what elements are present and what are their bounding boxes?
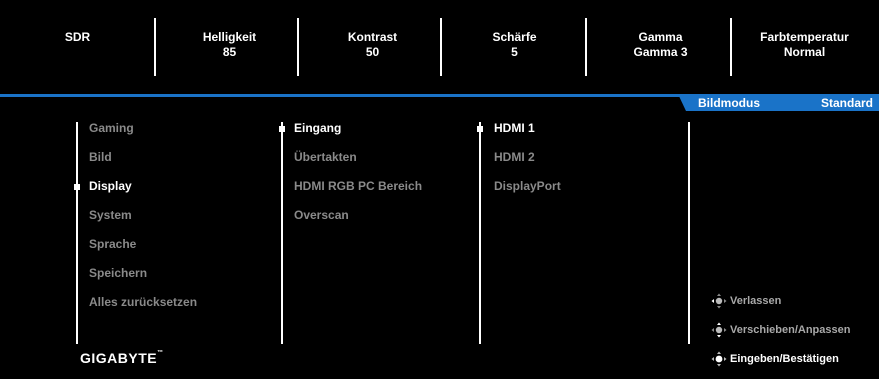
status-sharpness-value: 5 xyxy=(511,45,518,59)
status-gamma: Gamma Gamma 3 xyxy=(588,30,733,60)
status-brightness: Helligkeit 85 xyxy=(157,30,302,60)
sub-menu-item-overclock[interactable]: Übertakten xyxy=(294,150,357,164)
status-gamma-title: Gamma xyxy=(638,30,683,44)
control-enter-label: Eingeben/Bestätigen xyxy=(730,352,839,365)
status-sharpness: Schärfe 5 xyxy=(442,30,587,60)
logo-text: GIGABYTE xyxy=(80,350,158,366)
sub-menu-line xyxy=(281,122,283,344)
logo-trademark: ™ xyxy=(157,350,164,356)
gigabyte-logo: GIGABYTE™ xyxy=(80,350,164,366)
main-menu-line xyxy=(76,122,78,344)
status-sharpness-title: Schärfe xyxy=(492,30,537,44)
picture-mode-tab: Bildmodus Standard xyxy=(678,94,879,111)
control-move-label: Verschieben/Anpassen xyxy=(730,323,851,336)
status-brightness-value: 85 xyxy=(222,45,237,59)
status-sdr-title: SDR xyxy=(64,30,91,44)
osd-screen: SDR Helligkeit 85 Kontrast 50 Schärfe 5 … xyxy=(0,0,879,379)
main-menu-item-language[interactable]: Sprache xyxy=(89,237,136,251)
status-bar: SDR Helligkeit 85 Kontrast 50 Schärfe 5 … xyxy=(0,0,879,90)
sub-menu-item-input[interactable]: Eingang xyxy=(294,121,341,135)
picture-mode-label: Bildmodus xyxy=(698,96,760,110)
joystick-move-icon xyxy=(711,322,727,338)
main-menu-item-picture[interactable]: Bild xyxy=(89,150,112,164)
main-menu-item-save[interactable]: Speichern xyxy=(89,266,147,280)
control-exit: Verlassen xyxy=(711,293,781,309)
status-color-temp: Farbtemperatur Normal xyxy=(732,30,877,60)
status-sdr: SDR xyxy=(5,30,150,45)
status-contrast: Kontrast 50 xyxy=(300,30,445,60)
control-move: Verschieben/Anpassen xyxy=(711,322,850,338)
joystick-left-icon xyxy=(711,293,727,309)
option-item-displayport[interactable]: DisplayPort xyxy=(494,179,561,193)
status-contrast-value: 50 xyxy=(365,45,380,59)
status-brightness-title: Helligkeit xyxy=(202,30,257,44)
status-contrast-title: Kontrast xyxy=(347,30,398,44)
status-separator xyxy=(154,18,156,76)
status-separator xyxy=(585,18,587,76)
main-menu-item-display[interactable]: Display xyxy=(89,179,132,193)
main-menu-item-system[interactable]: System xyxy=(89,208,132,222)
option-item-hdmi1[interactable]: HDMI 1 xyxy=(494,121,535,135)
sub-menu-item-hdmi-rgb-range[interactable]: HDMI RGB PC Bereich xyxy=(294,179,422,193)
options-menu-line xyxy=(479,122,481,344)
controls-column-line xyxy=(688,122,690,344)
main-menu-item-reset-all[interactable]: Alles zurücksetzen xyxy=(89,295,197,309)
control-exit-label: Verlassen xyxy=(730,294,782,307)
selection-marker xyxy=(74,184,80,190)
main-menu-item-gaming[interactable]: Gaming xyxy=(89,121,134,135)
status-color-temp-title: Farbtemperatur xyxy=(760,30,849,44)
selection-marker xyxy=(477,126,483,132)
selection-marker xyxy=(279,126,285,132)
sub-menu-item-overscan[interactable]: Overscan xyxy=(294,208,349,222)
status-color-temp-value: Normal xyxy=(783,45,826,59)
joystick-press-icon xyxy=(711,351,727,367)
status-separator xyxy=(297,18,299,76)
option-item-hdmi2[interactable]: HDMI 2 xyxy=(494,150,535,164)
picture-mode-value: Standard xyxy=(820,96,873,110)
status-gamma-value: Gamma 3 xyxy=(633,45,688,59)
control-enter: Eingeben/Bestätigen xyxy=(711,351,839,367)
